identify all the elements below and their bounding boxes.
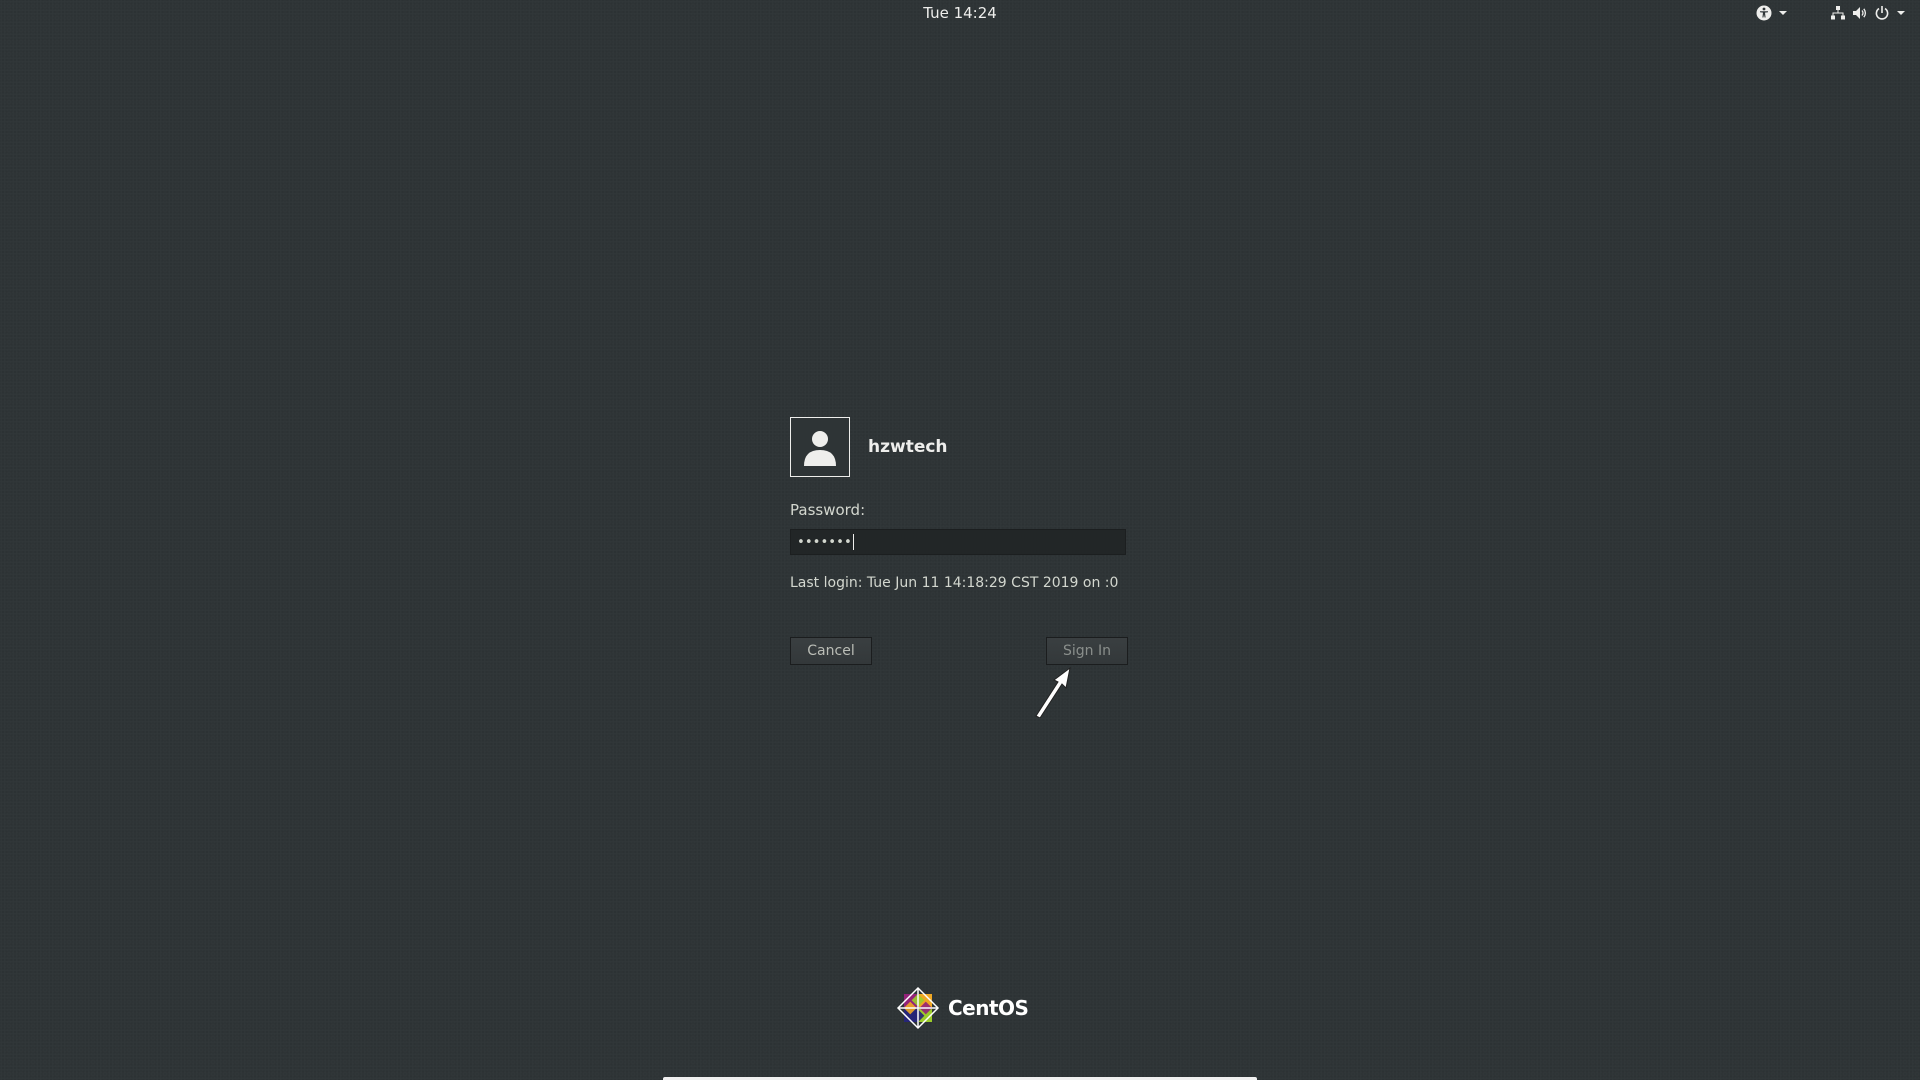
chevron-down-icon bbox=[1896, 10, 1906, 16]
centos-logo-icon bbox=[896, 986, 940, 1030]
top-bar: Tue 14:24 bbox=[0, 0, 1920, 26]
user-icon bbox=[804, 431, 836, 466]
system-menu[interactable] bbox=[1826, 5, 1910, 21]
avatar bbox=[790, 417, 850, 477]
password-field[interactable]: ••••••• bbox=[790, 529, 1126, 555]
chevron-down-icon bbox=[1778, 10, 1788, 16]
button-row: Cancel Sign In bbox=[790, 637, 1128, 665]
mouse-cursor-icon bbox=[1034, 662, 1074, 722]
login-dialog: hzwtech Password: ••••••• Last login: Tu… bbox=[790, 415, 1128, 665]
user-row: hzwtech bbox=[790, 415, 1128, 479]
clock[interactable]: Tue 14:24 bbox=[0, 4, 1920, 22]
last-login-message: Last login: Tue Jun 11 14:18:29 CST 2019… bbox=[790, 575, 1119, 591]
sign-in-button[interactable]: Sign In bbox=[1046, 637, 1128, 665]
password-label: Password: bbox=[790, 501, 866, 519]
password-value: ••••••• bbox=[797, 534, 852, 550]
system-tray bbox=[1752, 3, 1910, 23]
centos-logo: CentOS bbox=[896, 986, 1029, 1030]
accessibility-icon bbox=[1756, 5, 1772, 21]
logo-text: CentOS bbox=[948, 996, 1029, 1020]
power-icon bbox=[1874, 5, 1890, 21]
accessibility-menu[interactable] bbox=[1752, 5, 1792, 21]
cancel-button[interactable]: Cancel bbox=[790, 637, 872, 665]
volume-icon bbox=[1852, 5, 1868, 21]
username: hzwtech bbox=[868, 437, 948, 457]
text-caret bbox=[852, 534, 854, 550]
network-icon bbox=[1830, 5, 1846, 21]
